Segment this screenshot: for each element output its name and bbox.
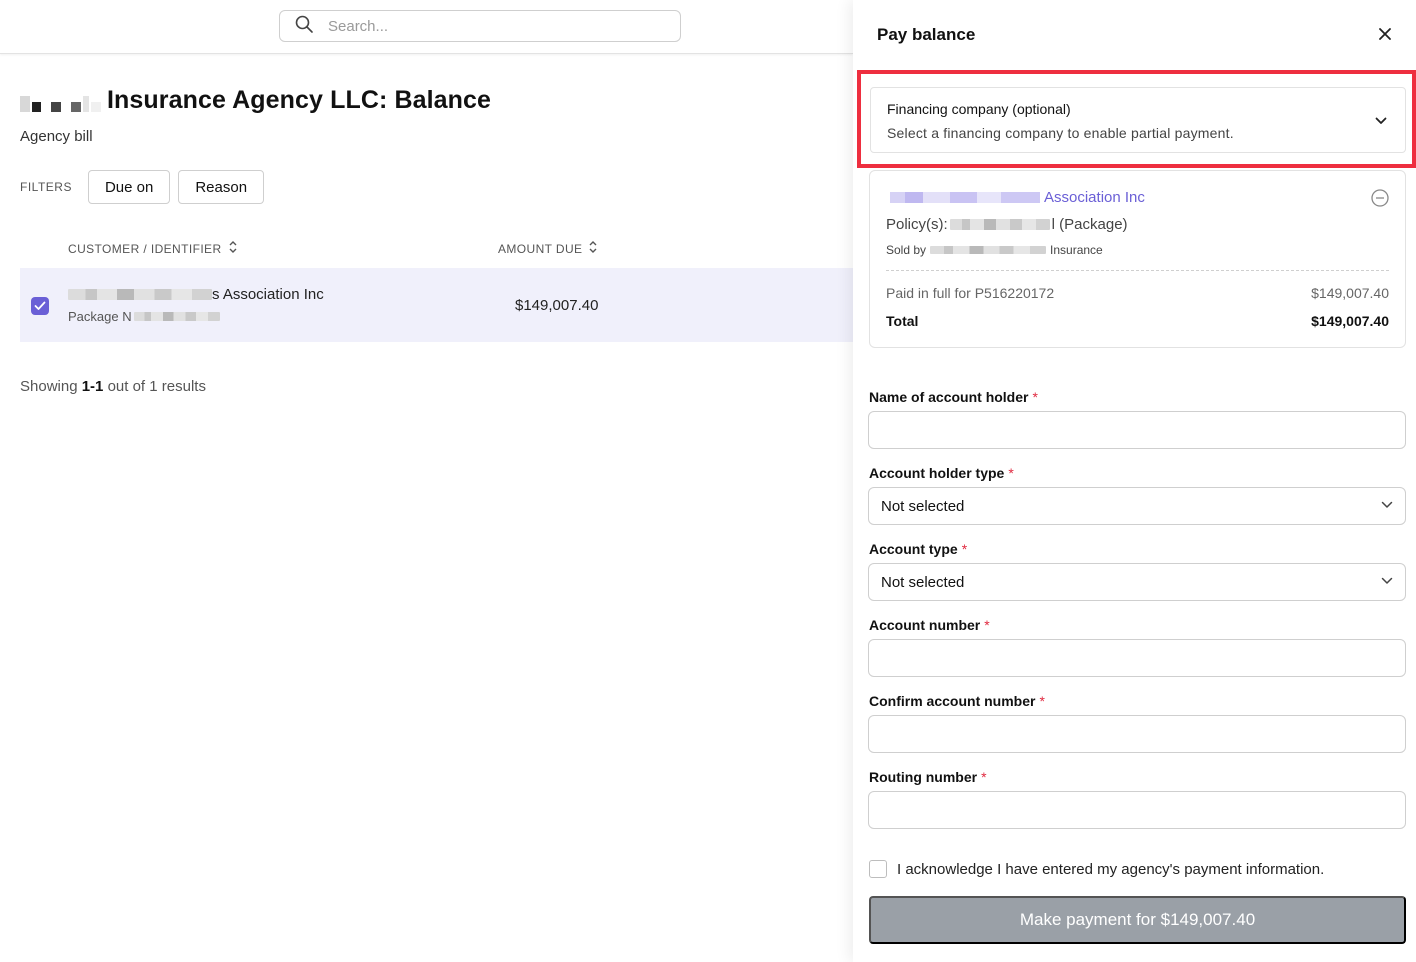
redacted-text: [890, 192, 1040, 203]
account-number-input[interactable]: [868, 639, 1406, 677]
page-subtitle: Agency bill: [20, 128, 93, 145]
column-header-label: CUSTOMER / IDENTIFIER: [68, 241, 222, 256]
filters-bar: FILTERS Due on Reason: [20, 170, 272, 204]
sort-icon: [222, 240, 238, 257]
policy-label: Policy(s):: [886, 216, 948, 233]
required-marker: *: [1032, 389, 1038, 405]
column-header-amount[interactable]: AMOUNT DUE: [498, 240, 598, 257]
summary-policy: Policy(s): l (Package): [886, 216, 1128, 233]
identifier-prefix: Package N: [68, 309, 132, 324]
label-text: Account number: [869, 617, 981, 633]
close-icon: [1379, 28, 1391, 40]
pagination-summary: Showing 1-1 out of 1 results: [20, 378, 206, 395]
financing-title: Financing company (optional): [887, 101, 1071, 117]
account-holder-name-input[interactable]: [868, 411, 1406, 449]
paid-amount: $149,007.40: [1311, 285, 1389, 301]
label-text: Routing number: [869, 769, 978, 785]
summary-customer-name[interactable]: Association Inc: [890, 189, 1145, 206]
required-marker: *: [1039, 693, 1045, 709]
acknowledgement-text: I acknowledge I have entered my agency's…: [897, 860, 1325, 878]
total-label: Total: [886, 313, 919, 329]
select-value: Not selected: [881, 497, 965, 515]
sold-by-suffix: Insurance: [1050, 243, 1103, 257]
filter-due-on-button[interactable]: Due on: [87, 170, 171, 204]
acknowledge-checkbox[interactable]: [869, 860, 887, 878]
account-holder-type-select[interactable]: Not selected: [868, 487, 1406, 525]
page: Insurance Agency LLC: Balance Agency bil…: [0, 0, 1416, 962]
account-holder-name-label: Name of account holder *: [869, 389, 1038, 405]
close-button[interactable]: [1375, 24, 1395, 44]
summary-customer-suffix: Association Inc: [1044, 189, 1145, 206]
column-header-label: AMOUNT DUE: [498, 241, 583, 256]
redacted-text: [930, 246, 1047, 254]
account-type-select[interactable]: Not selected: [868, 563, 1406, 601]
account-type-label: Account type *: [869, 541, 967, 557]
select-value: Not selected: [881, 573, 965, 591]
search-box[interactable]: [279, 10, 681, 42]
pagination-prefix: Showing: [20, 378, 82, 395]
make-payment-button[interactable]: Make payment for $149,007.40: [869, 896, 1406, 944]
label-text: Name of account holder: [869, 389, 1029, 405]
financing-company-select[interactable]: Financing company (optional) Select a fi…: [870, 87, 1406, 153]
check-icon: [34, 301, 46, 310]
top-bar: [0, 0, 853, 54]
page-title: Insurance Agency LLC: Balance: [107, 86, 492, 114]
redacted-text: [68, 289, 212, 300]
remove-circle-icon[interactable]: [1371, 189, 1389, 212]
required-marker: *: [961, 541, 968, 557]
chevron-down-icon: [1381, 577, 1393, 584]
table-row[interactable]: s Association Inc Package N $149,007.40: [20, 268, 853, 342]
redacted-name: [20, 90, 101, 112]
confirm-account-number-input[interactable]: [868, 715, 1406, 753]
search-icon: [294, 14, 314, 39]
routing-number-input[interactable]: [868, 791, 1406, 829]
filters-label: FILTERS: [20, 180, 72, 194]
chevron-down-icon: [1375, 112, 1387, 130]
total-amount: $149,007.40: [1311, 313, 1389, 329]
chevron-down-icon: [1381, 501, 1393, 508]
label-text: Account holder type: [869, 465, 1005, 481]
payment-summary-card: Association Inc Policy(s): l (Package) S…: [869, 170, 1406, 348]
policy-suffix: l (Package): [1051, 216, 1128, 233]
acknowledgement[interactable]: I acknowledge I have entered my agency's…: [869, 860, 1324, 878]
required-marker: *: [981, 769, 987, 785]
panel-title: Pay balance: [877, 25, 976, 44]
sold-by-label: Sold by: [886, 243, 927, 257]
paid-label: Paid in full for P516220172: [886, 285, 1055, 301]
customer-name-suffix: s Association Inc: [212, 286, 324, 303]
summary-sold-by: Sold by Insurance: [886, 243, 1103, 257]
pagination-suffix: out of 1 results: [103, 378, 206, 395]
label-text: Account type: [869, 541, 958, 557]
divider: [886, 270, 1389, 271]
pagination-range: 1-1: [81, 378, 104, 395]
page-header: Insurance Agency LLC: Balance: [20, 86, 491, 115]
required-marker: *: [1008, 465, 1014, 481]
column-header-customer[interactable]: CUSTOMER / IDENTIFIER: [68, 240, 238, 257]
redacted-text: [133, 312, 220, 321]
label-text: Confirm account number: [869, 693, 1036, 709]
search-input[interactable]: [328, 17, 648, 35]
amount-due: $149,007.40: [515, 297, 599, 314]
account-holder-type-label: Account holder type *: [869, 465, 1014, 481]
filter-reason-button[interactable]: Reason: [178, 170, 265, 204]
routing-number-label: Routing number *: [869, 769, 987, 785]
row-checkbox[interactable]: [31, 297, 49, 315]
sort-icon: [582, 240, 598, 257]
confirm-account-number-label: Confirm account number *: [869, 693, 1045, 709]
redacted-text: [949, 219, 1050, 230]
customer-name: s Association Inc: [68, 286, 324, 303]
customer-identifier: Package N: [68, 309, 220, 324]
pay-balance-panel: Pay balance Financing company (optional)…: [853, 0, 1416, 962]
account-number-label: Account number *: [869, 617, 990, 633]
financing-subtitle: Select a financing company to enable par…: [887, 125, 1234, 141]
required-marker: *: [984, 617, 990, 633]
